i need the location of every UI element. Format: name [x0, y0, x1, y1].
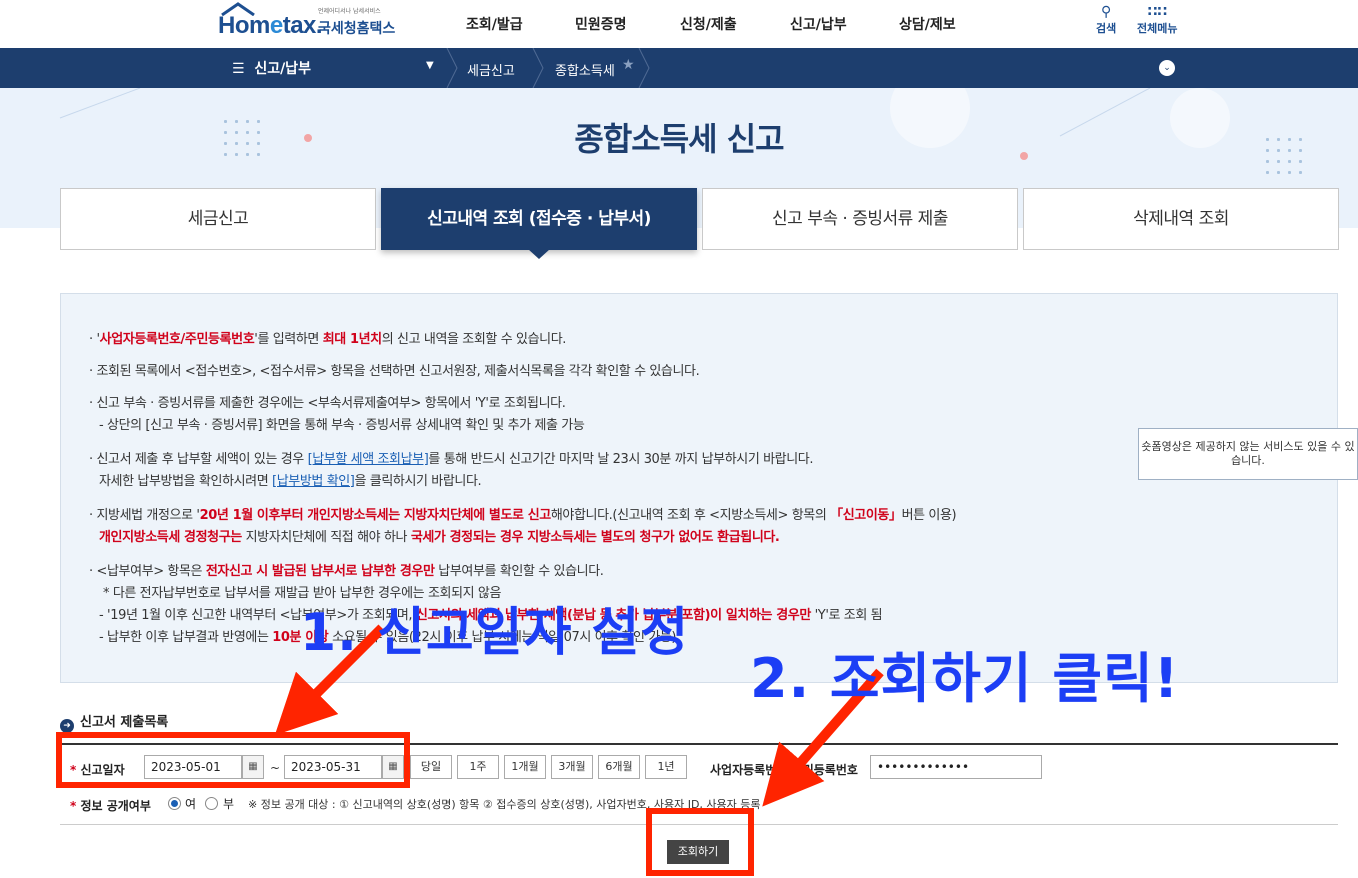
- annotation-arrows: [274, 624, 884, 807]
- annotation-step2: 2. 조회하기 클릭!: [750, 647, 1180, 710]
- annotation-step1: 1. 신고일자 설정: [300, 603, 690, 663]
